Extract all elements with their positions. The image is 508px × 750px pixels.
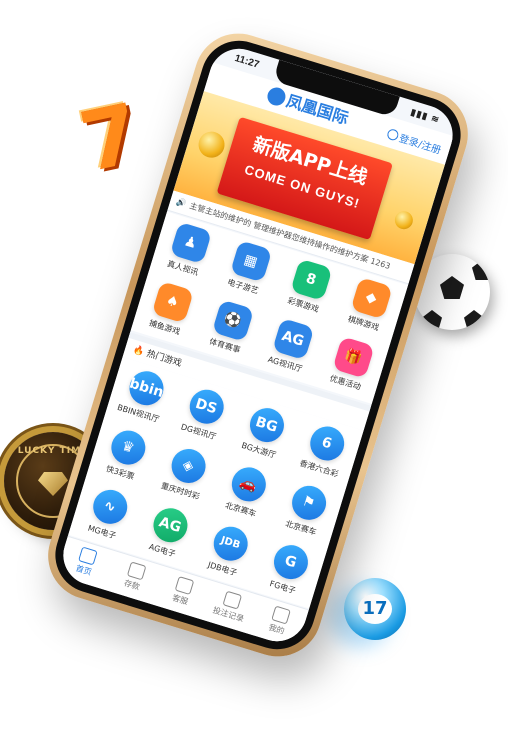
- speaker-icon: 🔊: [175, 197, 188, 209]
- cards-icon: ♠: [151, 280, 194, 324]
- gold-coin-icon: [392, 208, 416, 232]
- status-time: 11:27: [233, 52, 261, 71]
- gold-coin-icon: [195, 128, 228, 161]
- wallet-icon: [126, 561, 147, 581]
- ball-patch: [472, 260, 490, 280]
- car-icon: 🚗: [227, 463, 270, 506]
- lottery-ball-number: 17: [358, 594, 392, 624]
- ball-patch: [464, 310, 484, 330]
- headset-icon: [174, 576, 195, 596]
- home-icon: [78, 546, 98, 566]
- gift-icon: 🎁: [331, 336, 375, 379]
- live-video-icon: ♟: [169, 221, 212, 265]
- six-number-icon: 6: [305, 422, 348, 465]
- checkered-flag-icon: ⚑: [287, 481, 330, 524]
- ball-patch: [440, 276, 464, 299]
- ag-logo-icon: AG: [271, 317, 315, 361]
- slot-machine-icon: ▦: [229, 239, 272, 283]
- tab-label: 投注记录: [211, 605, 245, 624]
- fg-logo-icon: G: [269, 540, 312, 584]
- fish-icon: ◆: [349, 276, 393, 320]
- user-icon: [385, 127, 400, 142]
- ds-game-logo-icon: DS: [185, 385, 228, 428]
- soccer-icon: ⚽: [211, 299, 254, 342]
- user-icon: [271, 605, 291, 625]
- document-icon: [222, 590, 243, 610]
- bg-logo-icon: BG: [245, 403, 288, 447]
- lucky-seven-decoration: 7: [73, 86, 151, 191]
- tab-label: 首页: [74, 563, 93, 578]
- seven-glyph: 7: [72, 86, 149, 192]
- bbin-logo-icon: bbin: [124, 366, 168, 410]
- ag-logo-icon: AG: [148, 503, 192, 547]
- promo-scene: 7 LUCKY TIME 17 11:27 ▮▮▮ ≋ 凤凰国际 登录/注册 新…: [0, 0, 508, 750]
- tab-label: 我的: [267, 622, 286, 636]
- ball-patch: [422, 310, 442, 330]
- lottery-icon: 8: [289, 258, 333, 301]
- tab-label: 客服: [171, 593, 190, 607]
- crown-icon: ♛: [106, 426, 150, 469]
- tab-label: 存款: [122, 578, 141, 592]
- jdb-logo-icon: JDB: [209, 522, 252, 565]
- flame-icon: 🔥: [131, 344, 146, 358]
- shield-icon: ◈: [166, 444, 210, 488]
- mg-logo-icon: ∿: [88, 485, 131, 528]
- lottery-ball-decoration: 17: [344, 578, 406, 640]
